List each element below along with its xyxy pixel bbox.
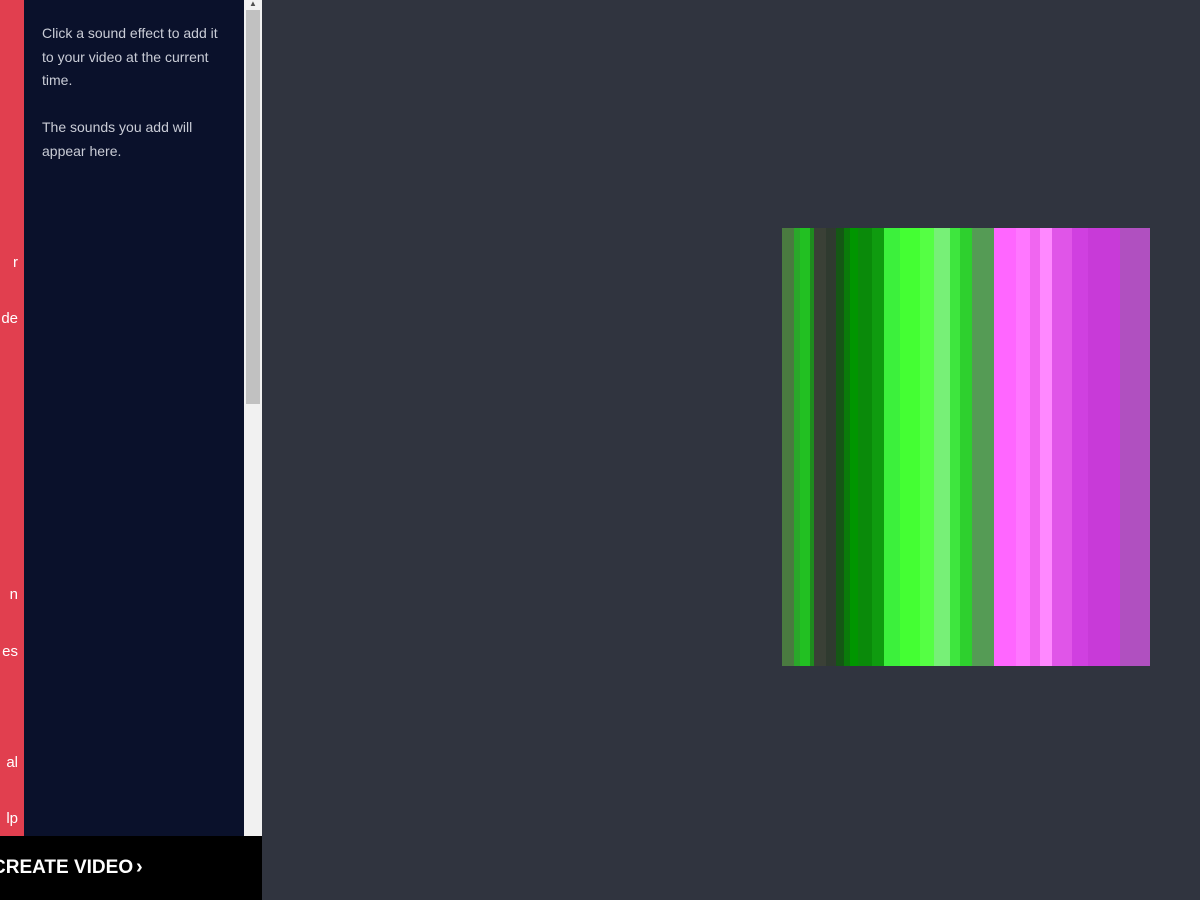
scroll-up-arrow-icon[interactable]: ▲ — [244, 0, 262, 10]
video-stripe — [972, 228, 994, 666]
sound-category-rail: r de n es al lp — [0, 0, 24, 836]
create-video-button[interactable]: CREATE VIDEO › — [0, 836, 262, 900]
video-stripe — [960, 228, 972, 666]
video-stripe — [1016, 228, 1030, 666]
video-stripe — [858, 228, 872, 666]
sound-effect-instruction: Click a sound effect to add it to your v… — [42, 25, 218, 88]
video-stripe — [872, 228, 884, 666]
scrollbar-thumb[interactable] — [246, 10, 260, 404]
video-stripe — [836, 228, 844, 666]
video-stripe — [950, 228, 960, 666]
video-stripe — [994, 228, 1016, 666]
category-item-7[interactable]: al — [0, 754, 18, 772]
video-stripe — [850, 228, 858, 666]
video-stripe — [1120, 228, 1150, 666]
video-stripe — [814, 228, 826, 666]
video-stripe — [800, 228, 810, 666]
app-root: r de n es al lp Click a sound effect to … — [0, 0, 1200, 900]
video-stripe — [782, 228, 794, 666]
added-sounds-empty-message: The sounds you add will appear here. — [42, 119, 193, 159]
category-item-6[interactable]: es — [0, 643, 18, 661]
video-stripe — [934, 228, 950, 666]
video-stripe — [1030, 228, 1040, 666]
video-stripe — [826, 228, 836, 666]
video-stripe — [1052, 228, 1072, 666]
category-item-8[interactable]: lp — [0, 810, 18, 828]
video-stripe — [900, 228, 920, 666]
panel-scrollbar[interactable]: ▲ — [244, 0, 262, 836]
video-frame[interactable] — [782, 228, 1200, 666]
category-item-1[interactable]: r — [0, 254, 18, 272]
chevron-right-icon: › — [136, 856, 143, 878]
video-preview-area — [262, 0, 1200, 900]
category-item-5[interactable]: n — [0, 586, 18, 604]
sound-effects-panel: Click a sound effect to add it to your v… — [24, 0, 244, 836]
create-video-label: CREATE VIDEO — [0, 857, 134, 878]
video-stripe — [1040, 228, 1052, 666]
video-stripe — [1072, 228, 1088, 666]
video-stripe — [884, 228, 900, 666]
video-stripe — [1088, 228, 1120, 666]
category-item-2[interactable]: de — [0, 310, 18, 328]
video-stripe — [920, 228, 934, 666]
